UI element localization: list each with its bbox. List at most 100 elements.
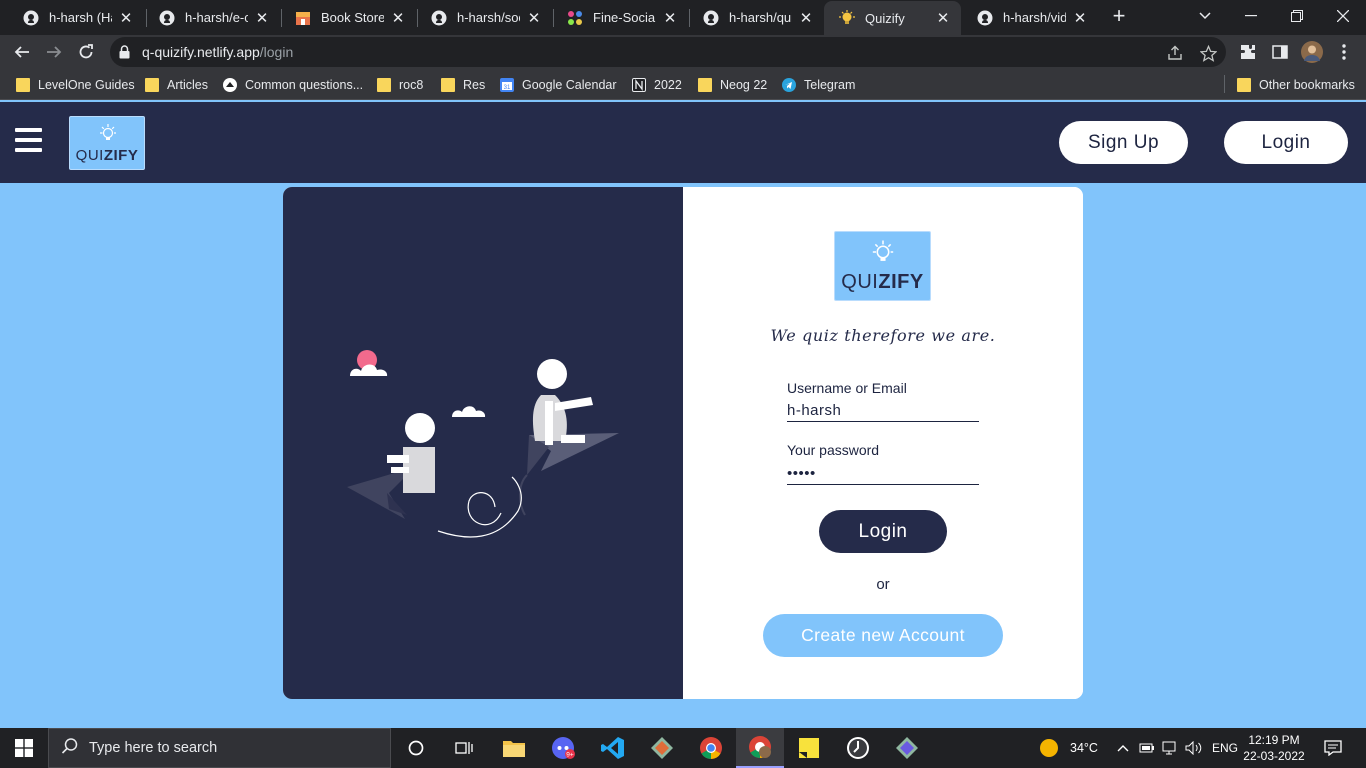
login-card: QUIZIFY We quiz therefore we are. Userna… [283,187,1083,699]
login-button[interactable]: Login [819,510,947,553]
bookmark-star-icon[interactable] [1198,43,1218,63]
cortana-icon[interactable] [392,728,440,768]
tab-title: h-harsh/socia [457,10,520,25]
browser-tab[interactable]: h-harsh/e-co ✕ [144,0,280,35]
bookmark-item[interactable]: LevelOne Guides [16,75,135,95]
network-icon[interactable] [1160,728,1182,768]
menu-dots-icon[interactable] [1332,40,1356,64]
folder-icon [377,78,391,92]
bookmark-item[interactable]: Articles [145,75,208,95]
svg-text:31: 31 [504,85,511,91]
bookmark-item[interactable]: 2022 [632,75,682,95]
close-icon[interactable]: ✕ [798,9,814,27]
bookmark-item[interactable]: Neog 22 [698,75,767,95]
bookmark-item[interactable]: Common questions... [223,75,363,95]
chrome-profile-icon[interactable] [736,728,784,768]
git-kraken-icon[interactable] [638,728,686,768]
sidepanel-icon[interactable] [1268,40,1292,64]
login-form-panel: QUIZIFY We quiz therefore we are. Userna… [683,187,1083,699]
language-indicator[interactable]: ENG [1212,741,1238,755]
battery-icon[interactable] [1136,728,1158,768]
discord-icon[interactable]: 9+ [540,728,588,768]
tab-title: Fine-Socials [593,10,656,25]
minimize-button[interactable] [1228,0,1274,32]
chrome-icon[interactable] [687,728,735,768]
tab-title: h-harsh/quiz [729,10,792,25]
share-icon[interactable] [1165,43,1185,63]
avatar[interactable] [1300,40,1324,64]
lock-icon [119,45,130,64]
sticky-notes-icon[interactable] [785,728,833,768]
new-tab-button[interactable]: + [1108,5,1130,29]
browser-tab[interactable]: h-harsh/socia ✕ [416,0,552,35]
file-explorer-icon[interactable] [490,728,538,768]
svg-text:9+: 9+ [566,752,574,759]
signup-button[interactable]: Sign Up [1059,121,1188,164]
bookmark-item[interactable]: Res [441,75,485,95]
windows-start-icon[interactable] [0,728,48,768]
extensions-icon[interactable] [1236,40,1260,64]
nav-login-button[interactable]: Login [1224,121,1348,164]
weather-sun-icon[interactable] [1026,728,1072,768]
password-input[interactable] [787,463,979,485]
task-view-icon[interactable] [440,728,488,768]
vscode-icon[interactable] [589,728,637,768]
volume-icon[interactable] [1183,728,1205,768]
bookmark-item[interactable]: 31 Google Calendar [500,75,617,95]
browser-tab[interactable]: Fine-Socials ✕ [552,0,688,35]
browser-tab[interactable]: h-harsh/quiz ✕ [688,0,824,35]
close-icon[interactable]: ✕ [526,9,542,27]
calendar-icon: 31 [500,78,514,92]
close-icon[interactable]: ✕ [118,9,134,27]
github-icon [158,9,176,27]
system-clock[interactable]: 12:19 PM 22-03-2022 [1240,732,1308,764]
username-label: Username or Email [787,380,907,396]
github-icon [430,9,448,27]
close-window-button[interactable] [1320,0,1366,32]
close-icon[interactable]: ✕ [935,9,951,27]
bulb-icon [869,239,897,270]
browser-tabstrip: h-harsh (Hars ✕ h-harsh/e-co ✕ Book Stor… [0,0,1366,35]
close-icon[interactable]: ✕ [1072,9,1088,27]
reload-button[interactable] [74,40,98,64]
folder-icon [16,78,30,92]
hamburger-menu-icon[interactable] [15,128,42,154]
tab-search-icon[interactable] [1182,0,1228,32]
dots-icon [566,9,584,27]
chevron-up-icon[interactable] [1112,728,1134,768]
folder-icon [698,78,712,92]
clock-app-icon[interactable] [834,728,882,768]
folder-icon [1237,78,1251,92]
folder-icon [441,78,455,92]
create-account-button[interactable]: Create new Account [763,614,1003,657]
forward-button[interactable] [42,40,66,64]
restore-button[interactable] [1274,0,1320,32]
other-bookmarks[interactable]: Other bookmarks [1237,75,1355,95]
git-kraken-icon[interactable] [883,728,931,768]
folder-icon [145,78,159,92]
github-icon [22,9,40,27]
address-bar[interactable]: q-quizify.netlify.app/login [110,37,1226,67]
browser-tab[interactable]: h-harsh (Hars ✕ [8,0,144,35]
bookmark-item[interactable]: roc8 [377,75,423,95]
tab-title: h-harsh/e-co [185,10,248,25]
browser-tab-active[interactable]: Quizify ✕ [824,1,961,35]
notification-icon[interactable] [1310,728,1356,768]
close-icon[interactable]: ✕ [390,9,406,27]
close-icon[interactable]: ✕ [662,9,678,27]
bookmark-item[interactable]: Telegram [782,75,855,95]
browser-tab[interactable]: h-harsh/vide ✕ [962,0,1098,35]
browser-toolbar: q-quizify.netlify.app/login [0,35,1366,69]
bulb-icon [97,123,119,148]
app-logo[interactable]: QUIZIFY [69,116,145,170]
browser-tab[interactable]: Book Store ✕ [280,0,416,35]
username-input[interactable] [787,400,979,422]
search-icon [61,737,79,760]
close-icon[interactable]: ✕ [254,9,270,27]
telegram-icon [782,78,796,92]
back-button[interactable] [10,40,34,64]
taskbar-search[interactable]: Type here to search [48,728,391,768]
weather-temperature[interactable]: 34°C [1070,741,1098,755]
tab-title: h-harsh (Hars [49,10,112,25]
paper-plane-illustration [347,350,619,538]
